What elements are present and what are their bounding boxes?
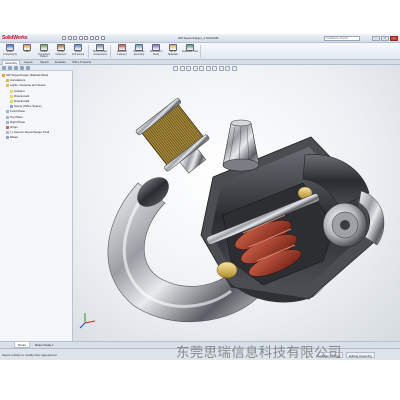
tree-node-icon bbox=[6, 79, 9, 83]
graphics-viewport[interactable] bbox=[73, 65, 400, 341]
tree-item[interactable]: Origin bbox=[6, 126, 18, 129]
tree-item-label: Lights, Cameras and Scene bbox=[10, 83, 46, 88]
new-document-icon[interactable] bbox=[62, 35, 66, 40]
status-message: Select entities to modify their appearan… bbox=[2, 353, 58, 357]
ribbon-button-label: Assembly Features bbox=[116, 50, 128, 56]
ribbon-button-bom[interactable]: Bill of Materials bbox=[165, 44, 181, 59]
axis-triad bbox=[79, 313, 96, 329]
tree-node-icon bbox=[6, 120, 9, 124]
close-button[interactable]: × bbox=[390, 35, 398, 41]
watermark-text: 东莞思瑞信息科技有限公司 bbox=[176, 345, 342, 361]
undo-icon[interactable] bbox=[84, 35, 88, 40]
dimxpert-icon[interactable] bbox=[20, 66, 24, 70]
maximize-button[interactable]: □ bbox=[381, 35, 389, 41]
options-icon[interactable] bbox=[100, 35, 105, 40]
feature-manager-panel: SW Supercharger (Default<Displ Annotation… bbox=[0, 65, 73, 341]
tree-item-label: Front Plane bbox=[10, 109, 25, 114]
ribbon-button-label: Linear Component Pattern bbox=[37, 50, 51, 59]
open-icon[interactable] bbox=[67, 35, 72, 40]
display-manager-icon[interactable] bbox=[26, 66, 30, 70]
ribbon-button-linear-pattern[interactable]: Linear Component Pattern bbox=[36, 44, 52, 59]
tree-item-label: (-) Generic Supercharger Final bbox=[10, 130, 50, 135]
tree-node-icon bbox=[6, 136, 9, 140]
document-title: SW Supercharger_1.SLDASM bbox=[178, 36, 219, 40]
status-mode: Editing Assembly bbox=[346, 352, 375, 358]
tree-item[interactable]: Directional1 bbox=[10, 93, 30, 98]
ribbon-button-label: New Motion Study bbox=[149, 50, 163, 56]
tree-node-icon bbox=[6, 110, 9, 114]
window-controls: – □ × bbox=[372, 35, 398, 41]
ribbon-separator bbox=[88, 45, 89, 58]
tree-node-icon bbox=[10, 105, 13, 109]
ribbon-button-label: Show Hidden Components bbox=[92, 50, 108, 56]
tree-node-icon bbox=[2, 74, 5, 77]
panel-tab-bar bbox=[0, 65, 73, 71]
ribbon-button-label: Insert Components bbox=[3, 50, 17, 56]
search-input[interactable]: SolidWorks Search bbox=[324, 35, 360, 41]
supercharger-model[interactable] bbox=[73, 65, 400, 341]
ribbon-button-insert-components[interactable]: Insert Components bbox=[2, 44, 18, 59]
save-icon[interactable] bbox=[73, 35, 77, 40]
feature-manager-icon[interactable] bbox=[2, 66, 6, 70]
tree-node-icon bbox=[10, 94, 13, 98]
tree-item[interactable]: Scene (Office Space) bbox=[10, 104, 42, 109]
ribbon-button-motion-study[interactable]: New Motion Study bbox=[148, 44, 164, 59]
tree-item[interactable]: Right Plane bbox=[6, 119, 25, 124]
tree-node-icon bbox=[6, 84, 9, 88]
tree-item-label: Directional1 bbox=[14, 93, 30, 98]
ribbon-button-label: Exploded View bbox=[182, 50, 198, 53]
app-logo: SolidWorks bbox=[2, 35, 28, 41]
tree-item[interactable]: Lights, Cameras and Scene bbox=[6, 83, 46, 88]
tree-item[interactable]: Mates bbox=[6, 135, 18, 140]
ribbon-button-assembly-features[interactable]: Assembly Features bbox=[114, 44, 130, 59]
tree-item[interactable]: Ambient bbox=[10, 88, 25, 93]
ribbon-button-reference-geometry[interactable]: Reference Geometry bbox=[131, 44, 147, 59]
ribbon-button-label: Move Component bbox=[71, 50, 85, 56]
minimize-button[interactable]: – bbox=[372, 35, 380, 41]
tree-node-icon bbox=[6, 115, 9, 119]
title-bar: SolidWorks SW Supercharger_1.SLDASM Soli… bbox=[0, 34, 400, 43]
select-icon[interactable] bbox=[89, 35, 94, 40]
ribbon-button-label: Mate bbox=[24, 50, 30, 53]
ribbon-button-exploded-view[interactable]: Exploded View bbox=[182, 44, 198, 59]
ribbon-button-label: Bill of Materials bbox=[168, 50, 178, 56]
ribbon-separator bbox=[200, 45, 201, 58]
tree-item-label: Directional2 bbox=[14, 99, 30, 103]
solidworks-window: SolidWorks SW Supercharger_1.SLDASM Soli… bbox=[0, 34, 400, 360]
ribbon-button-label: Reference Geometry bbox=[133, 50, 145, 56]
tree-item-label: Scene (Office Space) bbox=[14, 104, 42, 109]
tree-item[interactable]: Front Plane bbox=[6, 109, 25, 114]
print-icon[interactable] bbox=[78, 35, 83, 40]
property-manager-icon[interactable] bbox=[8, 66, 12, 70]
ribbon-button-mate[interactable]: Mate bbox=[19, 44, 35, 59]
tree-item-label: SW Supercharger (Default<Displ bbox=[6, 73, 49, 77]
tree-item[interactable]: Directional2 bbox=[10, 100, 29, 103]
configuration-manager-icon[interactable] bbox=[14, 66, 18, 70]
tree-item-label: Mates bbox=[10, 135, 18, 140]
ribbon-button-label: Smart Fasteners bbox=[55, 50, 67, 56]
ribbon-button-show-hidden[interactable]: Show Hidden Components bbox=[92, 44, 108, 59]
tree-item[interactable]: SW Supercharger (Default<Displ bbox=[2, 74, 48, 77]
ribbon-separator bbox=[110, 45, 111, 58]
tree-item-label: Origin bbox=[10, 125, 18, 129]
tree-node-icon bbox=[10, 89, 13, 93]
tree-item-label: Annotations bbox=[10, 78, 26, 83]
tree-item-label: Ambient bbox=[14, 88, 25, 93]
ribbon-button-move-component[interactable]: Move Component bbox=[70, 44, 86, 59]
tree-item[interactable]: (-) Generic Supercharger Final bbox=[6, 130, 50, 135]
ribbon-button-smart-fasteners[interactable]: Smart Fasteners bbox=[53, 44, 69, 59]
tree-item-label: Right Plane bbox=[10, 119, 25, 124]
tree-item[interactable]: Annotations bbox=[6, 78, 26, 83]
command-manager-ribbon: Insert Components Mate Linear Component Pa… bbox=[0, 43, 400, 60]
quick-access-toolbar bbox=[62, 35, 105, 40]
tree-node-icon bbox=[10, 100, 13, 103]
tree-node-icon bbox=[6, 131, 9, 135]
tree-node-icon bbox=[6, 126, 9, 129]
tree-item[interactable]: Top Plane bbox=[6, 114, 23, 119]
tree-item-label: Top Plane bbox=[10, 114, 23, 119]
rebuild-icon[interactable] bbox=[95, 35, 99, 40]
